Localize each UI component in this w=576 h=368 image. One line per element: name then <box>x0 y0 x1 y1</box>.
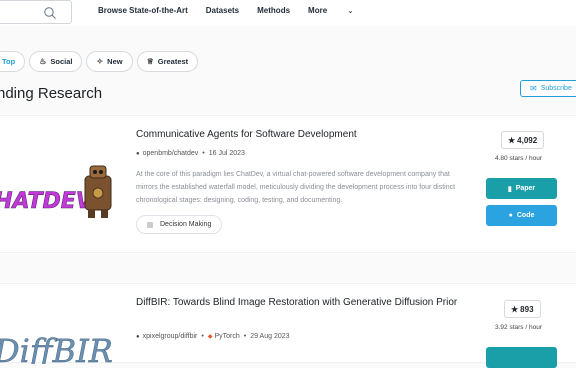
paper-card: DiffBIR DiffBIR: Towards Blind Image Res… <box>0 283 576 368</box>
paper-abstract: At the core of this paradigm lies ChatDe… <box>136 171 456 204</box>
paper-meta: ● openbmb/chatdev • 16 Jul 2023 <box>136 150 245 157</box>
trophy-icon: ♕ <box>146 57 154 66</box>
filter-new[interactable]: ✧ New <box>86 51 133 72</box>
pytorch-icon: ◆ <box>207 334 213 340</box>
nav-more[interactable]: More ⌄ <box>308 6 372 15</box>
sparkle-icon: ✧ <box>96 57 104 66</box>
stars-badge: ★ 4,092 <box>501 131 545 149</box>
stars-rate: 4.80 stars / hour <box>495 155 542 162</box>
stars-count: 4,092 <box>517 135 538 145</box>
nav-methods[interactable]: Methods <box>257 6 290 15</box>
filter-greatest[interactable]: ♕ Greatest <box>136 51 199 72</box>
robot-head <box>89 165 107 179</box>
paper-title[interactable]: Communicative Agents for Software Develo… <box>136 128 476 142</box>
filter-top-label: Top <box>2 57 16 66</box>
github-icon: ● <box>508 212 513 219</box>
subscribe-button[interactable]: ✉ Subscribe <box>520 80 576 97</box>
star-icon: ★ <box>511 304 519 314</box>
paper-date: 16 Jul 2023 <box>208 150 245 157</box>
robot-badge <box>92 187 104 199</box>
github-icon: ● <box>136 333 140 340</box>
code-button[interactable]: ● Code <box>486 205 557 226</box>
nav-datasets[interactable]: Datasets <box>206 6 239 15</box>
task-tag-label: Decision Making <box>160 221 212 228</box>
search-icon <box>44 7 56 19</box>
paper-button[interactable]: ▮ Paper <box>486 178 557 199</box>
paper-framework: PyTorch <box>214 333 240 340</box>
document-icon: ▮ <box>507 185 512 193</box>
main-nav: Browse State-of-the-Art Datasets Methods… <box>98 6 390 15</box>
paper-repo[interactable]: openbmb/chatdev <box>143 150 199 157</box>
paper-card: CHATDEV Communicative Agents for Softwar… <box>0 115 576 253</box>
stars-count: 893 <box>520 304 534 314</box>
filter-social[interactable]: ♨ Social <box>29 51 83 72</box>
filter-greatest-label: Greatest <box>157 57 189 66</box>
filter-tabs: Top ♨ Social ✧ New ♕ Greatest <box>0 51 202 72</box>
task-tag[interactable]: Decision Making <box>136 215 223 234</box>
mail-icon: ✉ <box>530 84 537 93</box>
robot-leg-right <box>101 210 108 218</box>
subscribe-label: Subscribe <box>540 85 572 92</box>
meta-separator: • <box>243 333 247 340</box>
robot-eye-right <box>99 170 103 174</box>
code-button-label: Code <box>516 212 535 219</box>
robot-eye-left <box>93 170 97 174</box>
chevron-down-icon: ⌄ <box>347 6 354 15</box>
search-input[interactable] <box>0 0 72 24</box>
nav-more-label: More <box>308 6 328 15</box>
robot-leg-left <box>88 210 95 218</box>
meta-separator: • <box>201 333 204 340</box>
task-icon <box>147 221 153 228</box>
nav-browse-sota[interactable]: Browse State-of-the-Art <box>98 6 188 15</box>
thumbnail-logo-text: DiffBIR <box>0 332 113 364</box>
filter-social-label: Social <box>50 57 73 66</box>
paper-button-label: Paper <box>515 185 536 192</box>
paper-thumbnail[interactable]: CHATDEV <box>0 148 124 228</box>
paper-button[interactable] <box>486 347 557 368</box>
filter-new-label: New <box>107 57 123 66</box>
section-title: nding Research <box>0 85 103 102</box>
top-navbar: Browse State-of-the-Art Datasets Methods… <box>0 0 576 26</box>
filter-top[interactable]: Top <box>0 51 26 72</box>
fire-icon: ♨ <box>39 57 47 66</box>
star-icon: ★ <box>508 135 516 145</box>
paper-date: 29 Aug 2023 <box>250 333 290 340</box>
stars-rate: 3.92 stars / hour <box>495 324 542 331</box>
thumbnail-logo-text: CHATDEV <box>0 189 95 214</box>
paper-title[interactable]: DiffBIR: Towards Blind Image Restoration… <box>136 296 476 310</box>
paper-repo[interactable]: xpixelgroup/diffbir <box>143 333 198 340</box>
stars-badge: ★ 893 <box>504 300 541 318</box>
github-icon: ● <box>136 150 140 157</box>
meta-separator: • <box>202 150 205 157</box>
paper-meta: ● xpixelgroup/diffbir • ◆ PyTorch • 29 A… <box>136 333 290 340</box>
paper-thumbnail[interactable]: DiffBIR <box>0 324 124 364</box>
